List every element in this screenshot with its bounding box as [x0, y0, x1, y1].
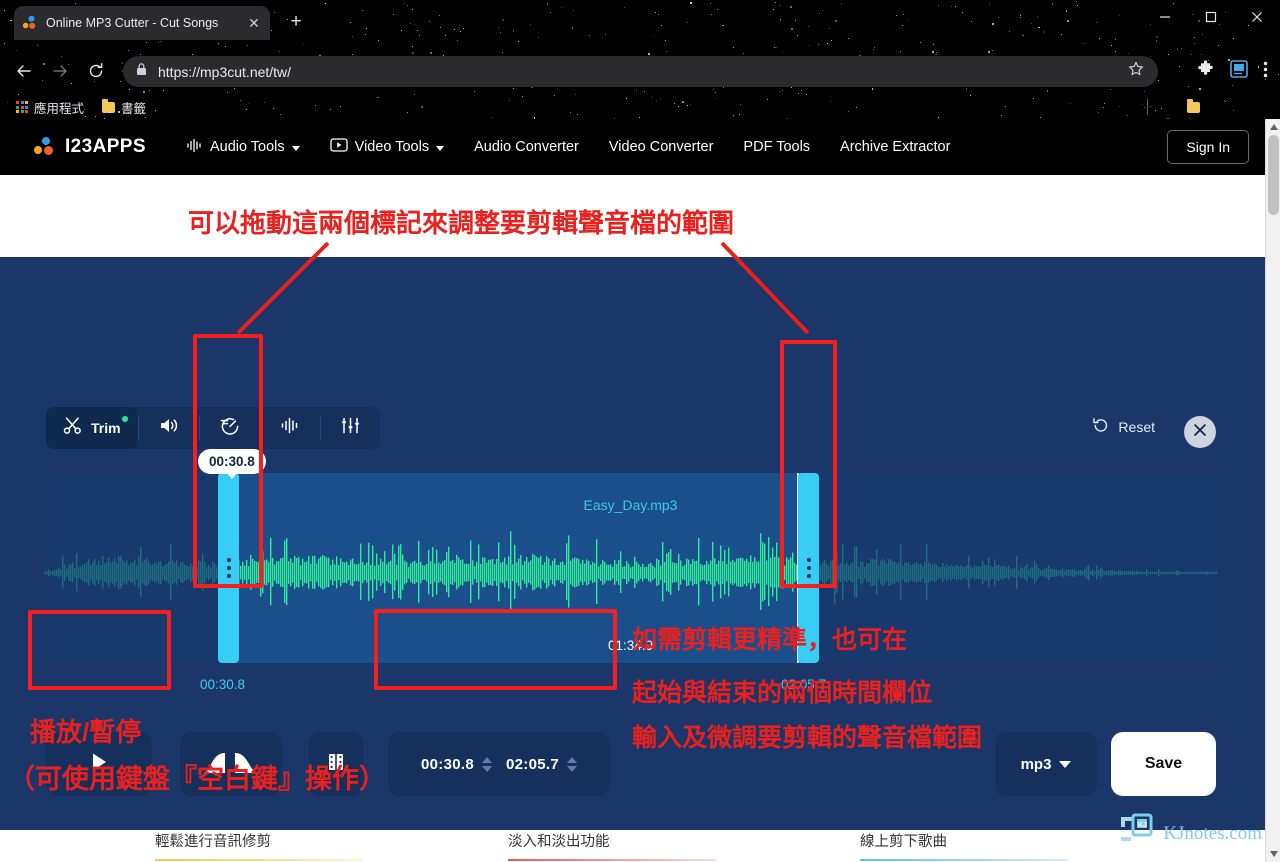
annotation-right-line3: 輸入及微調要剪輯的聲音檔範圍: [632, 724, 983, 752]
annotation-box-time-inputs: [374, 609, 617, 690]
annotation-right-line2: 起始與結束的兩個時間欄位: [632, 679, 933, 707]
annotation-box-end-handle: [780, 340, 837, 588]
annotation-box-start-handle: [193, 334, 263, 588]
annotation-box-play-button: [28, 610, 171, 690]
annotation-bottom-line1: 播放/暫停: [30, 717, 142, 747]
annotation-top-text: 可以拖動這兩個標記來調整要剪輯聲音檔的範圍: [188, 208, 735, 238]
annotation-bottom-line2: （可使用鍵盤『空白鍵』操作）: [8, 764, 386, 794]
annotation-right-line1: 如需剪輯更精準，也可在: [632, 626, 908, 654]
